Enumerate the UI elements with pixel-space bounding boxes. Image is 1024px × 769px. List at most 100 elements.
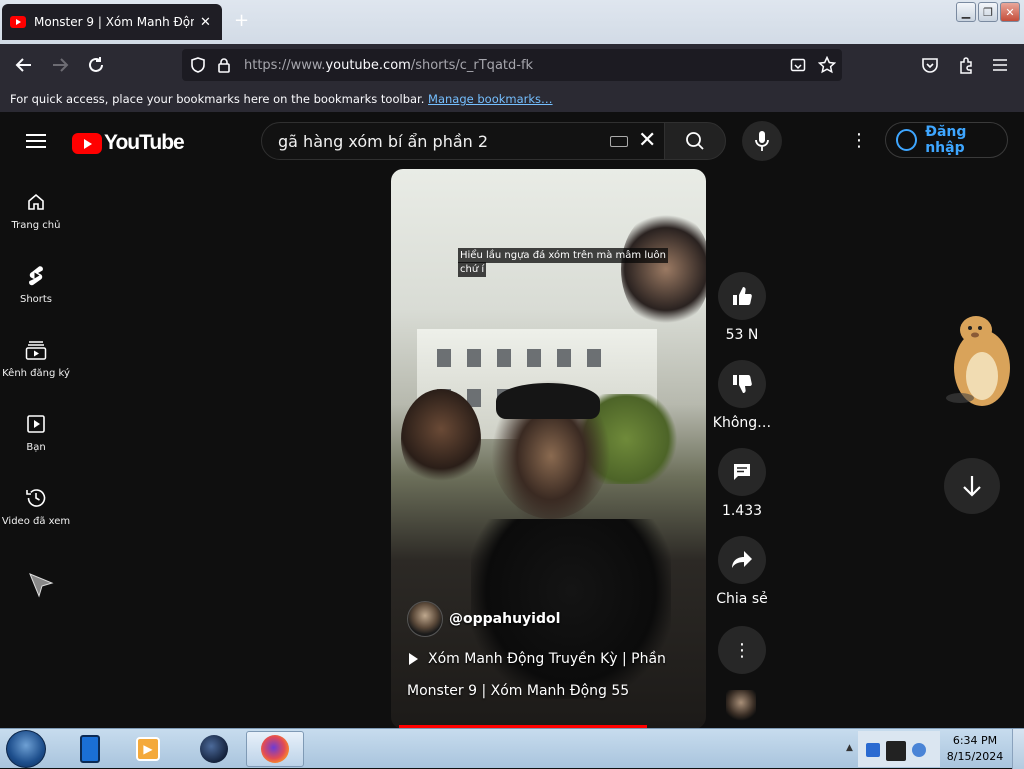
sidebar-item-label: Bạn — [26, 442, 46, 453]
sidebar-item-home[interactable]: Trang chủ — [0, 190, 72, 231]
account-icon — [896, 129, 918, 151]
video-person-right — [621, 209, 706, 329]
shorts-icon — [24, 264, 48, 288]
taskbar-media-player[interactable]: ▶ — [120, 731, 176, 767]
bookmarks-hint: For quick access, place your bookmarks h… — [10, 92, 425, 106]
back-icon[interactable] — [12, 53, 36, 77]
clear-search-icon[interactable]: ✕ — [638, 128, 656, 153]
system-tray[interactable] — [858, 731, 940, 767]
search-query: gã hàng xóm bí ẩn phần 2 — [278, 132, 489, 151]
voice-search-button[interactable] — [742, 121, 782, 161]
next-video-button[interactable] — [944, 458, 1000, 514]
taskbar-firefox[interactable] — [246, 731, 304, 767]
channel-avatar[interactable] — [407, 601, 443, 637]
history-icon — [24, 486, 48, 510]
tray-expand-icon[interactable]: ▲ — [846, 743, 853, 753]
like-action[interactable]: 53 N — [718, 272, 766, 343]
manage-bookmarks-link[interactable]: Manage bookmarks… — [428, 92, 553, 106]
guide-menu-icon[interactable] — [26, 134, 46, 148]
show-desktop-button[interactable] — [1012, 729, 1024, 769]
sidebar-item-label: Shorts — [19, 294, 53, 305]
restore-icon[interactable]: ❐ — [978, 2, 998, 22]
tab-title: Monster 9 | Xóm Manh Động 55 — [34, 15, 194, 29]
shorts-video-player[interactable]: Hiểu lầu ngựa đá xóm trên mà mâm luôn ch… — [391, 169, 706, 729]
play-icon — [409, 653, 418, 665]
clock[interactable]: 6:34 PM 8/15/2024 — [942, 733, 1008, 765]
firefox-icon — [261, 735, 289, 763]
youtube-page: YouTube gã hàng xóm bí ẩn phần 2 ✕ ⋮ Đăn… — [0, 112, 1024, 729]
sidebar-item-shorts[interactable]: Shorts — [0, 264, 72, 305]
arrow-down-icon — [963, 476, 981, 497]
start-button[interactable] — [6, 730, 46, 768]
linked-video[interactable]: Xóm Manh Động Truyền Kỳ | Phần — [409, 651, 666, 667]
video-person-left — [401, 389, 481, 489]
channel-name[interactable]: @oppahuyidol — [449, 611, 560, 627]
taskbar-tablet-app[interactable] — [62, 731, 118, 767]
taskbar-app[interactable] — [186, 731, 242, 767]
you-icon — [24, 412, 48, 436]
sidebar-item-label: Kênh đăng ký — [2, 368, 70, 379]
share-button[interactable] — [718, 536, 766, 584]
reload-icon[interactable] — [84, 53, 108, 77]
search-icon — [686, 132, 704, 150]
video-hat — [496, 383, 600, 419]
menu-icon[interactable] — [988, 53, 1012, 77]
youtube-play-icon — [72, 132, 102, 154]
bookmark-star-icon[interactable] — [817, 55, 837, 78]
url-text: https://www.youtube.com/shorts/c_rTqatd-… — [244, 57, 534, 73]
clock-time: 6:34 PM — [952, 734, 998, 747]
tracking-shield-icon[interactable] — [190, 57, 206, 77]
youtube-logo[interactable]: YouTube — [72, 131, 185, 155]
tab-close-icon[interactable]: ✕ — [200, 15, 211, 30]
share-action[interactable]: Chia sẻ — [712, 536, 772, 607]
search-input[interactable]: gã hàng xóm bí ẩn phần 2 ✕ — [261, 122, 665, 160]
home-icon — [24, 190, 48, 214]
settings-more-icon[interactable]: ⋮ — [850, 130, 868, 151]
channel-info[interactable]: @oppahuyidol — [407, 601, 560, 637]
keyboard-icon[interactable] — [610, 136, 628, 147]
lock-icon[interactable] — [217, 57, 231, 77]
browser-tab[interactable]: Monster 9 | Xóm Manh Động 55 ✕ — [2, 4, 222, 40]
sound-thumbnail[interactable] — [726, 690, 756, 726]
sidebar-item-label: Trang chủ — [11, 220, 61, 231]
clock-date: 8/15/2024 — [946, 750, 1004, 763]
extensions-icon[interactable] — [954, 53, 978, 77]
new-tab-icon[interactable]: + — [234, 10, 249, 31]
like-count: 53 N — [725, 327, 759, 343]
taskbar: ▶ ▲ 6:34 PM 8/15/2024 — [0, 728, 1024, 769]
sidebar-item-label: Video đã xem — [1, 516, 71, 527]
subscriptions-icon — [24, 338, 48, 362]
more-vertical-icon: ⋮ — [733, 639, 751, 661]
hamster-sticker — [946, 316, 1010, 406]
volume-icon[interactable] — [912, 743, 926, 757]
sign-in-button[interactable]: Đăng nhập — [885, 122, 1008, 158]
sidebar-item-subscriptions[interactable]: Kênh đăng ký — [0, 338, 72, 379]
bookmarks-toolbar: For quick access, place your bookmarks h… — [0, 86, 1024, 112]
reader-view-icon[interactable] — [790, 57, 806, 77]
forward-icon[interactable] — [48, 53, 72, 77]
youtube-favicon-icon — [10, 16, 26, 28]
globe-app-icon — [200, 735, 228, 763]
sign-in-label: Đăng nhập — [925, 124, 967, 156]
url-bar[interactable]: https://www.youtube.com/shorts/c_rTqatd-… — [182, 49, 842, 81]
more-button[interactable]: ⋮ — [718, 626, 766, 674]
more-action[interactable]: ⋮ — [718, 626, 766, 674]
network-icon[interactable] — [866, 743, 880, 757]
pocket-icon[interactable] — [918, 53, 942, 77]
search-button[interactable] — [664, 122, 726, 160]
dislike-action[interactable]: Không… — [712, 360, 772, 431]
monitor-icon[interactable] — [886, 741, 906, 761]
linked-video-title: Xóm Manh Động Truyền Kỳ | Phần — [428, 651, 666, 667]
dislike-button[interactable] — [718, 360, 766, 408]
minimize-icon[interactable]: ▁ — [956, 2, 976, 22]
comments-action[interactable]: 1.433 — [718, 448, 766, 519]
share-icon — [732, 551, 752, 568]
dislike-label: Không… — [712, 415, 772, 431]
comment-icon — [734, 464, 750, 480]
like-button[interactable] — [718, 272, 766, 320]
comments-button[interactable] — [718, 448, 766, 496]
media-player-icon: ▶ — [136, 737, 160, 761]
sidebar-item-you[interactable]: Bạn — [0, 412, 72, 453]
window-close-icon[interactable]: ✕ — [1000, 2, 1020, 22]
sidebar-item-history[interactable]: Video đã xem — [0, 486, 72, 527]
